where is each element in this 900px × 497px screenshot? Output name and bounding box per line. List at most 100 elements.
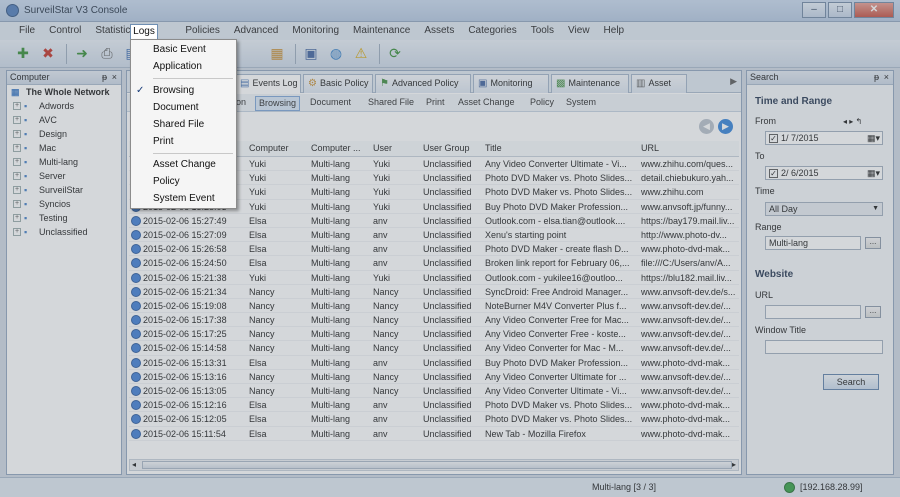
tree-item-surveilstar[interactable]: + ▪ SurveilStar [7, 183, 121, 197]
next-page-icon[interactable]: ▶ [718, 119, 733, 134]
close-icon[interactable]: × [884, 71, 889, 84]
print-icon[interactable]: ⎙ [96, 43, 118, 65]
expand-icon[interactable]: + [13, 228, 21, 236]
table-row[interactable]: 2015-02-06 15:13:05 Nancy Multi-lang Nancy U… [129, 384, 739, 399]
from-date-field[interactable]: ✓ 1/ 7/2015 ▦▾ [765, 131, 883, 145]
expand-icon[interactable]: + [13, 158, 21, 166]
add-icon[interactable]: ✚ [12, 43, 34, 65]
column-header-computer[interactable]: Computer [249, 141, 309, 155]
monitor-icon[interactable]: ▣ [300, 43, 322, 65]
menu-item-print[interactable]: Print [131, 134, 236, 150]
table-row[interactable]: 2015-02-06 15:11:54 Elsa Multi-lang anv Uncl… [129, 427, 739, 441]
close-button[interactable]: ✕ [854, 2, 894, 18]
table-row[interactable]: 2015-02-06 15:13:16 Nancy Multi-lang Nancy U… [129, 370, 739, 384]
tree-root[interactable]: ▦ The Whole Network [7, 85, 121, 99]
menu-monitoring[interactable]: Monitoring [285, 23, 346, 39]
expand-icon[interactable]: + [13, 200, 21, 208]
menu-item-asset-change[interactable]: Asset Change [131, 157, 236, 173]
close-icon[interactable]: × [112, 71, 117, 84]
from-checkbox[interactable]: ✓ [769, 133, 778, 143]
menu-item-application[interactable]: Application [131, 59, 236, 75]
time-select[interactable]: All Day ▼ [765, 202, 883, 216]
maximize-button[interactable]: □ [828, 2, 852, 18]
table-row[interactable]: 2015-02-06 15:13:31 Elsa Multi-lang anv Uncl… [129, 356, 739, 370]
previous-page-icon[interactable]: ◀ [699, 119, 714, 134]
column-header-computer-group[interactable]: Computer ... [311, 141, 371, 155]
scrollbar-thumb[interactable] [142, 461, 732, 469]
range-field[interactable]: Multi-lang [765, 236, 861, 250]
scroll-left-icon[interactable]: ◂ [132, 460, 136, 469]
menu-control[interactable]: Control [42, 23, 88, 39]
search-button[interactable]: Search [823, 374, 879, 390]
tab-maintenance[interactable]: ▩ Maintenance [551, 74, 629, 93]
table-row[interactable]: 2015-02-06 15:26:58 Elsa Multi-lang anv Uncl… [129, 242, 739, 257]
table-row[interactable]: 2015-02-06 15:14:58 Nancy Multi-lang Nancy U… [129, 341, 739, 356]
tab-monitoring[interactable]: ▣ Monitoring [473, 74, 549, 93]
calendar-icon[interactable]: ▦▾ [867, 132, 880, 144]
expand-icon[interactable]: + [13, 144, 21, 152]
menu-item-policy[interactable]: Policy [131, 174, 236, 190]
table-row[interactable]: 2015-02-06 15:19:08 Nancy Multi-lang Nancy U… [129, 299, 739, 314]
menu-item-system-event[interactable]: System Event [131, 191, 236, 207]
tree-item-adwords[interactable]: + ▪ Adwords [7, 99, 121, 113]
expand-icon[interactable]: + [13, 172, 21, 180]
menu-view[interactable]: View [561, 23, 597, 39]
tab-asset[interactable]: ▥ Asset [631, 74, 687, 93]
expand-icon[interactable]: + [13, 186, 21, 194]
menu-item-basic-event[interactable]: Basic Event [131, 42, 236, 58]
warning-icon[interactable]: ⚠ [350, 43, 372, 65]
subtab-document[interactable]: Document [307, 96, 354, 111]
table-row[interactable]: 2015-02-06 15:17:38 Nancy Multi-lang Nancy U… [129, 313, 739, 328]
subtab-browsing[interactable]: Browsing [255, 96, 301, 111]
menu-assets[interactable]: Assets [417, 23, 461, 39]
tab-scroll-right-icon[interactable]: ▶ [730, 76, 737, 87]
table-row[interactable]: 2015-02-06 15:21:34 Nancy Multi-lang Nancy U… [129, 285, 739, 299]
pin-icon[interactable]: ᵽ [874, 71, 879, 84]
import-icon[interactable]: ➜ [71, 43, 93, 65]
table-row[interactable]: 2015-02-06 15:27:49 Elsa Multi-lang anv Uncl… [129, 214, 739, 228]
menu-item-shared-file[interactable]: Shared File [131, 117, 236, 133]
table-row[interactable]: 2015-02-06 15:24:50 Elsa Multi-lang anv Uncl… [129, 256, 739, 271]
range-browse-button[interactable]: ... [865, 237, 881, 249]
refresh-icon[interactable]: ⟳ [384, 43, 406, 65]
column-header-title[interactable]: Title [485, 141, 637, 155]
report-icon[interactable]: ▦ [266, 43, 288, 65]
tree-item-avc[interactable]: + ▪ AVC [7, 113, 121, 127]
tree-item-unclassified[interactable]: + ▪ Unclassified [7, 225, 121, 239]
table-row[interactable]: 2015-02-06 15:21:38 Yuki Multi-lang Yuki Unc… [129, 271, 739, 285]
expand-icon[interactable]: + [13, 102, 21, 110]
subtab-asset-change[interactable]: Asset Change [455, 96, 518, 111]
calendar-icon[interactable]: ▦▾ [867, 167, 880, 179]
table-row[interactable]: 2015-02-06 15:27:09 Elsa Multi-lang anv Uncl… [129, 228, 739, 243]
menu-item-document[interactable]: Document [131, 100, 236, 116]
delete-icon[interactable]: ✖ [37, 43, 59, 65]
to-checkbox[interactable]: ✓ [769, 168, 778, 178]
menu-advanced[interactable]: Advanced [227, 23, 285, 39]
menu-file[interactable]: File [12, 23, 42, 39]
tab-basic-policy[interactable]: ⚙ Basic Policy [303, 74, 373, 93]
subtab-policy[interactable]: Policy [527, 96, 557, 111]
expand-icon[interactable]: + [13, 130, 21, 138]
url-browse-button[interactable]: ... [865, 306, 881, 318]
tree-item-syncios[interactable]: + ▪ Syncios [7, 197, 121, 211]
table-row[interactable]: 2015-02-06 15:12:05 Elsa Multi-lang anv Uncl… [129, 412, 739, 427]
subtab-system[interactable]: System [563, 96, 599, 111]
expand-icon[interactable]: + [13, 116, 21, 124]
pin-icon[interactable]: ᵽ [102, 71, 107, 84]
scroll-right-icon[interactable]: ▸ [732, 460, 736, 469]
globe-icon[interactable]: ◍ [325, 43, 347, 65]
menu-help[interactable]: Help [597, 23, 632, 39]
table-row[interactable]: 2015-02-06 15:17:25 Nancy Multi-lang Nancy U… [129, 327, 739, 342]
menu-tools[interactable]: Tools [524, 23, 561, 39]
column-header-user[interactable]: User [373, 141, 421, 155]
subtab-shared-file[interactable]: Shared File [365, 96, 417, 111]
tree-item-testing[interactable]: + ▪ Testing [7, 211, 121, 225]
to-date-field[interactable]: ✓ 2/ 6/2015 ▦▾ [765, 166, 883, 180]
url-input[interactable] [765, 305, 861, 319]
tree-item-multi-lang[interactable]: + ▪ Multi-lang [7, 155, 121, 169]
time-nav-icons[interactable]: ◂ ▸ ↰ [843, 117, 862, 126]
tree-item-server[interactable]: + ▪ Server [7, 169, 121, 183]
menu-maintenance[interactable]: Maintenance [346, 23, 417, 39]
column-header-user-group[interactable]: User Group [423, 141, 483, 155]
column-header-url[interactable]: URL [641, 141, 739, 155]
